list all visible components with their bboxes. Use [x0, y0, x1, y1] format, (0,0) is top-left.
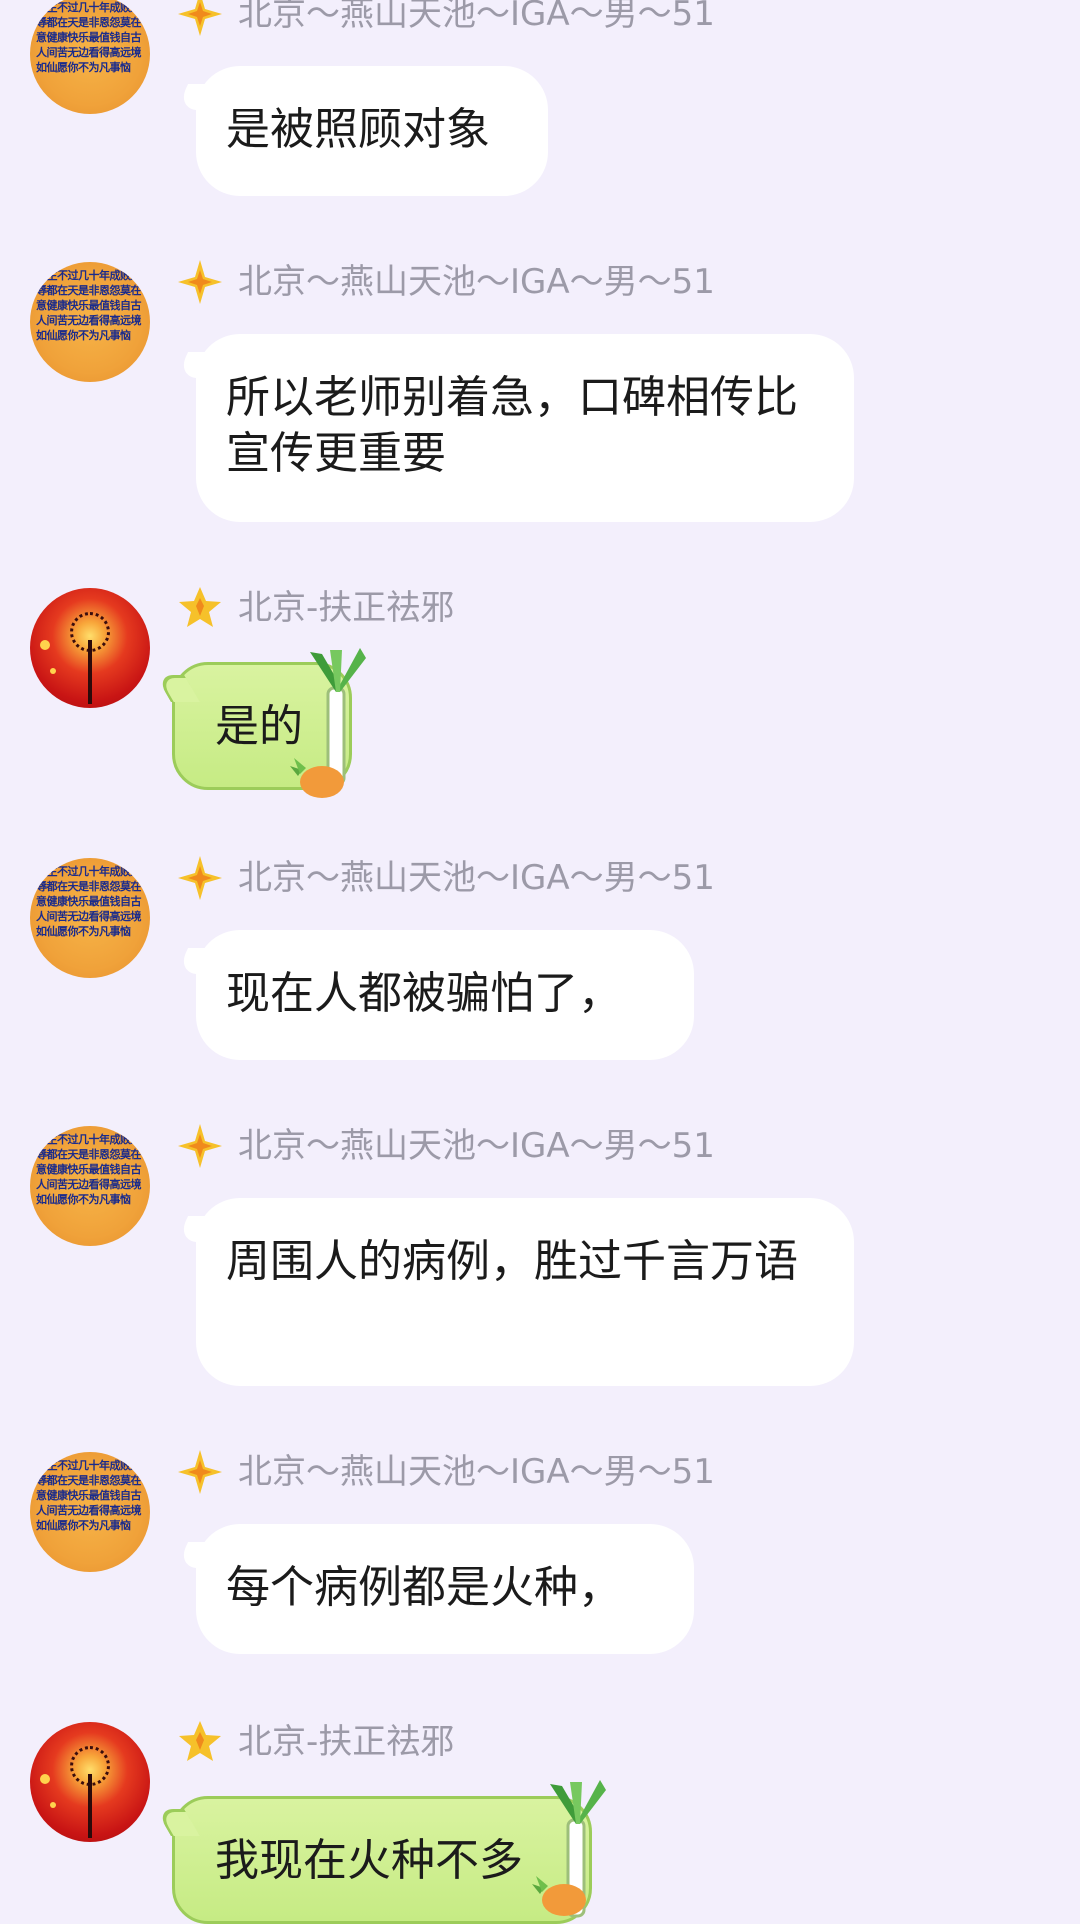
avatar-calligraphy: 人生不过几十年成败荣辱都在天是非恩怨莫在意健康快乐最值钱自古人间苦无边看得高远境… [36, 1, 142, 74]
message-bubble[interactable]: 我现在火种不多 [155, 1796, 592, 1924]
sender-name: 北京-扶正祛邪 [238, 1722, 455, 1762]
avatar[interactable]: 人生不过几十年成败荣辱都在天是非恩怨莫在意健康快乐最值钱自古人间苦无边看得高远境… [30, 858, 150, 978]
star-badge-icon [179, 587, 221, 627]
star-badge-icon [178, 0, 222, 36]
avatar[interactable] [30, 588, 150, 708]
message-bubble[interactable]: 现在人都被骗怕了， [196, 930, 694, 1060]
carrot-icon [532, 1876, 586, 1916]
carrot-icon [290, 758, 344, 798]
message-bubble[interactable]: 是被照顾对象 [196, 66, 548, 196]
avatar[interactable]: 人生不过几十年成败荣辱都在天是非恩怨莫在意健康快乐最值钱自古人间苦无边看得高远境… [30, 262, 150, 382]
avatar[interactable]: 人生不过几十年成败荣辱都在天是非恩怨莫在意健康快乐最值钱自古人间苦无边看得高远境… [30, 1452, 150, 1572]
dandelion-stem [88, 640, 92, 704]
star-badge-icon [178, 260, 222, 304]
star-badge-icon [178, 1124, 222, 1168]
sender-name: 北京～燕山天池～IGA～男～51 [238, 858, 715, 898]
bubble-tail [155, 675, 200, 702]
avatar[interactable]: 人生不过几十年成败荣辱都在天是非恩怨莫在意健康快乐最值钱自古人间苦无边看得高远境… [30, 0, 150, 114]
bubble-tail [155, 1809, 200, 1836]
sender-name: 北京～燕山天池～IGA～男～51 [238, 262, 715, 302]
star-badge-icon [178, 1450, 222, 1494]
message-text: 我现在火种不多 [215, 1835, 523, 1886]
dandelion-stem [88, 1774, 92, 1838]
sender-name: 北京-扶正祛邪 [238, 588, 455, 628]
avatar[interactable] [30, 1722, 150, 1842]
sender-name: 北京～燕山天池～IGA～男～51 [238, 1452, 715, 1492]
message-text: 是的 [215, 701, 303, 752]
sender-name: 北京～燕山天池～IGA～男～51 [238, 1126, 715, 1166]
seed-dot [50, 668, 56, 674]
message-bubble[interactable]: 周围人的病例，胜过千言万语 [196, 1198, 854, 1386]
seed-dot [50, 1802, 56, 1808]
avatar-calligraphy: 人生不过几十年成败荣辱都在天是非恩怨莫在意健康快乐最值钱自古人间苦无边看得高远境… [36, 1133, 142, 1206]
star-badge-icon [178, 856, 222, 900]
sender-name: 北京～燕山天池～IGA～男～51 [238, 0, 715, 34]
avatar[interactable]: 人生不过几十年成败荣辱都在天是非恩怨莫在意健康快乐最值钱自古人间苦无边看得高远境… [30, 1126, 150, 1246]
avatar-calligraphy: 人生不过几十年成败荣辱都在天是非恩怨莫在意健康快乐最值钱自古人间苦无边看得高远境… [36, 269, 142, 342]
star-badge-icon [179, 1721, 221, 1761]
seed-dot [40, 640, 50, 650]
message-bubble[interactable]: 每个病例都是火种， [196, 1524, 694, 1654]
avatar-calligraphy: 人生不过几十年成败荣辱都在天是非恩怨莫在意健康快乐最值钱自古人间苦无边看得高远境… [36, 1459, 142, 1532]
message-bubble[interactable]: 所以老师别着急，口碑相传比宣传更重要 [196, 334, 854, 522]
seed-dot [40, 1774, 50, 1784]
avatar-calligraphy: 人生不过几十年成败荣辱都在天是非恩怨莫在意健康快乐最值钱自古人间苦无边看得高远境… [36, 865, 142, 938]
